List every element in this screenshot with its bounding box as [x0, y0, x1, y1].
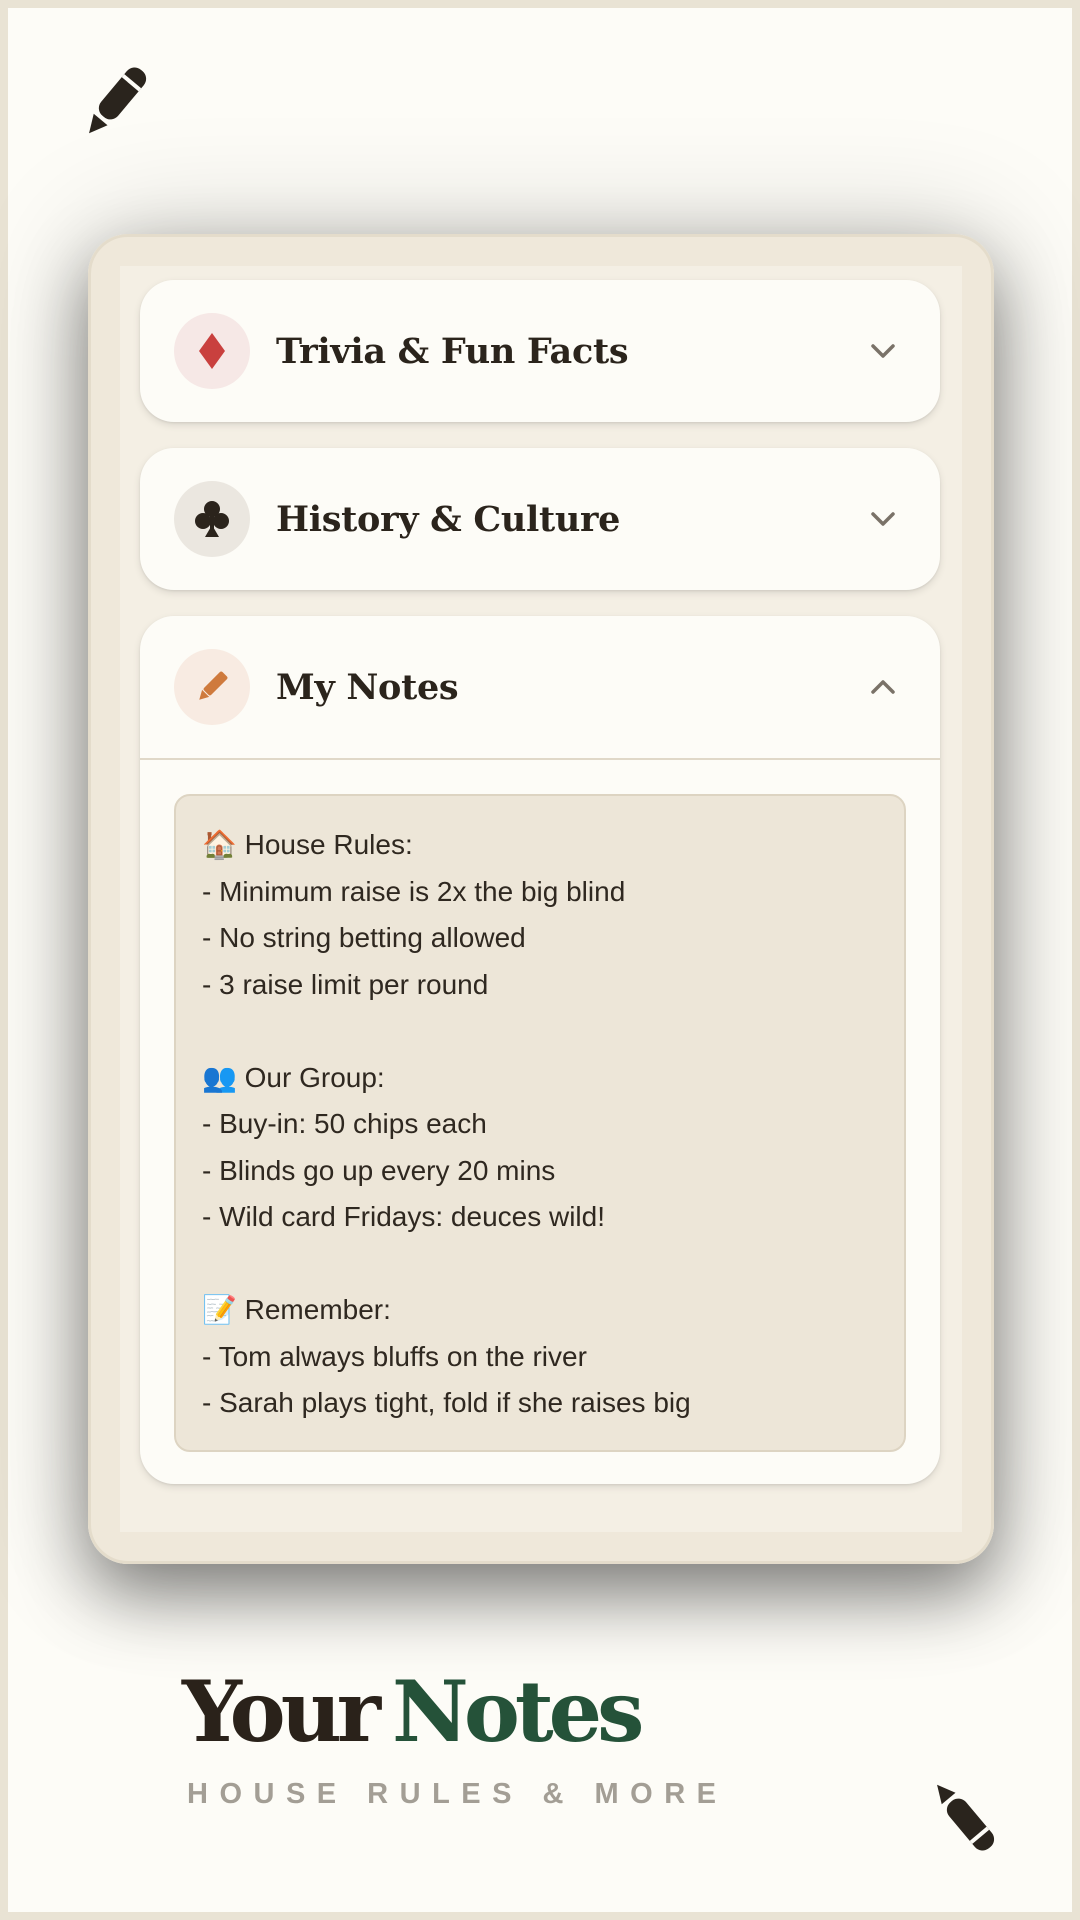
note-line: 📝 Remember:	[202, 1294, 391, 1325]
accordion-header-trivia[interactable]: Trivia & Fun Facts	[140, 280, 940, 422]
note-line	[202, 1241, 878, 1288]
note-line	[202, 1008, 878, 1055]
pencil-decoration-icon	[937, 1784, 995, 1851]
chevron-down-icon[interactable]	[866, 502, 900, 536]
section-title: History & Culture	[276, 498, 621, 540]
section-title: Trivia & Fun Facts	[276, 330, 629, 372]
chevron-down-icon[interactable]	[866, 334, 900, 368]
note-line: 🏠 House Rules:	[202, 829, 413, 860]
note-line: - Wild card Fridays: deuces wild!	[202, 1201, 606, 1232]
brand-tagline: HOUSE RULES & MORE	[187, 1778, 728, 1810]
note-line: 👥 Our Group:	[202, 1061, 385, 1093]
brand-word-your: Your	[182, 1662, 381, 1761]
brand-logo: Your Notes	[182, 1670, 644, 1754]
section-title: My Notes	[276, 666, 459, 708]
accordion-history: History & Culture	[140, 448, 940, 590]
note-line: - Sarah plays tight, fold if she raises …	[202, 1387, 691, 1418]
brand-word-notes: Notes	[392, 1662, 644, 1761]
note-line: - No string betting allowed	[202, 922, 526, 953]
accordion-trivia: Trivia & Fun Facts	[140, 280, 940, 422]
diamond-icon	[174, 313, 250, 389]
chevron-up-icon[interactable]	[866, 670, 900, 704]
accordion-header-history[interactable]: History & Culture	[140, 448, 940, 590]
section-divider	[140, 758, 940, 760]
note-line: - 3 raise limit per round	[202, 968, 489, 1000]
note-line: - Tom always bluffs on the river	[202, 1340, 587, 1372]
club-icon	[174, 481, 250, 557]
note-line: - Buy-in: 50 chips each	[202, 1108, 487, 1139]
accordion-notes: My Notes 🏠 House Rules: - Minimum raise i…	[140, 616, 940, 1484]
note-line: - Blinds go up every 20 mins	[202, 1154, 556, 1186]
pencil-icon	[174, 649, 250, 725]
note-line: - Minimum raise is 2x the big blind	[202, 875, 626, 907]
notes-textarea[interactable]: 🏠 House Rules: - Minimum raise is 2x the …	[174, 794, 906, 1452]
pencil-decoration-icon	[89, 67, 147, 134]
accordion-header-notes[interactable]: My Notes	[140, 616, 940, 758]
